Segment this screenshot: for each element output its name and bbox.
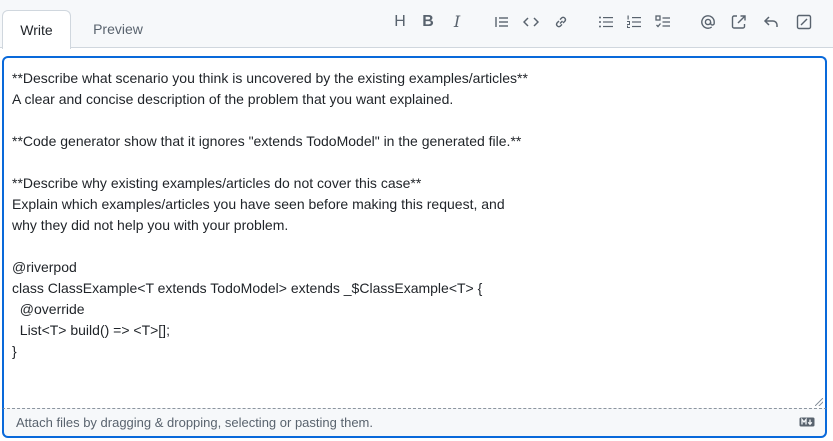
- code-icon: [523, 17, 539, 27]
- saved-reply-button[interactable]: [757, 10, 785, 34]
- resize-grip-icon[interactable]: [815, 398, 823, 406]
- attach-files-text: Attach files by dragging & dropping, sel…: [16, 415, 373, 430]
- tab-write[interactable]: Write: [2, 10, 71, 49]
- mention-icon: [701, 15, 715, 29]
- bold-icon: B: [422, 13, 434, 30]
- unordered-list-button[interactable]: [592, 10, 620, 34]
- file-attachment-footer[interactable]: Attach files by dragging & dropping, sel…: [2, 408, 827, 438]
- link-icon: [555, 16, 567, 28]
- edit-icon: [796, 14, 812, 30]
- ordered-list-icon: [627, 15, 641, 28]
- editor-header: Write Preview H B I: [0, 0, 833, 49]
- unordered-list-icon: [599, 16, 613, 28]
- italic-icon: I: [453, 12, 461, 31]
- mention-button[interactable]: [694, 10, 722, 34]
- bold-button[interactable]: B: [414, 10, 442, 34]
- code-button[interactable]: [517, 10, 545, 34]
- reply-icon: [763, 16, 778, 27]
- italic-button[interactable]: I: [443, 10, 471, 34]
- fullscreen-button[interactable]: [790, 10, 818, 34]
- reference-button[interactable]: [725, 10, 753, 34]
- comment-textarea-container: **Describe what scenario you think is un…: [2, 56, 827, 408]
- quote-icon: [495, 17, 508, 27]
- ordered-list-button[interactable]: [620, 10, 648, 34]
- heading-button[interactable]: H: [386, 10, 414, 34]
- quote-button[interactable]: [488, 10, 516, 34]
- markdown-icon: [799, 417, 815, 427]
- heading-icon: H: [394, 13, 406, 30]
- task-list-button[interactable]: [649, 10, 677, 34]
- task-list-icon: [655, 15, 670, 28]
- cross-reference-icon: [731, 15, 746, 29]
- link-button[interactable]: [547, 10, 575, 34]
- comment-editor: Write Preview H B I **Describe what scen…: [0, 0, 833, 441]
- tab-preview[interactable]: Preview: [80, 10, 156, 49]
- comment-body-textarea[interactable]: **Describe what scenario you think is un…: [12, 68, 817, 398]
